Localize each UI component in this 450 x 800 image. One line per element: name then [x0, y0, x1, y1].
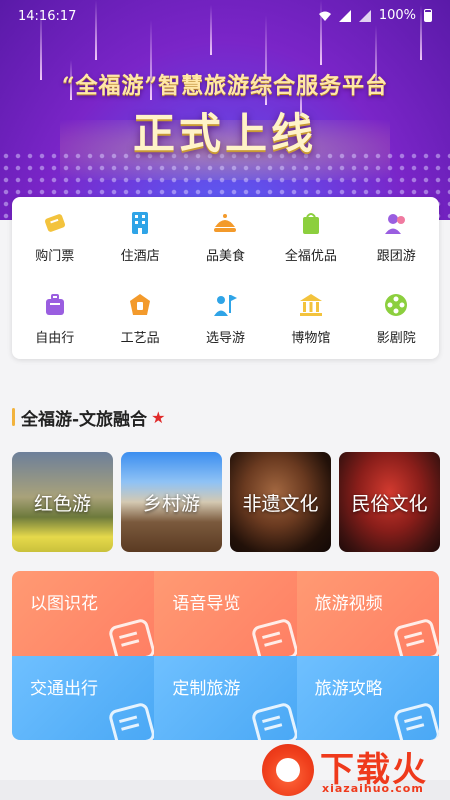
guidebook-icon	[392, 701, 439, 740]
category-item[interactable]: 选导游	[183, 279, 268, 359]
suitcase-icon	[250, 701, 297, 740]
service-label: 定制旅游	[172, 679, 241, 699]
category-label: 选导游	[205, 331, 245, 346]
shopping-bag-icon	[297, 209, 325, 237]
food-icon	[211, 209, 239, 237]
tile-rural-tourism[interactable]: 乡村游	[121, 452, 222, 552]
category-label: 影剧院	[376, 331, 416, 346]
section-title: 全福游-文旅融合	[21, 409, 148, 430]
guide-flag-icon	[211, 291, 239, 319]
signal-icon-2	[358, 9, 371, 22]
service-label: 交通出行	[30, 679, 98, 699]
status-bar: 14:16:17 100%	[0, 0, 450, 34]
camera-icon	[107, 617, 155, 656]
category-item[interactable]: 自由行	[12, 279, 97, 359]
video-icon	[392, 617, 439, 656]
category-item[interactable]: 全福优品	[268, 197, 353, 279]
category-item[interactable]: 工艺品	[97, 279, 182, 359]
section-header: 全福游-文旅融合 ★	[12, 404, 165, 430]
service-item[interactable]: 定制旅游	[154, 656, 297, 740]
museum-icon	[297, 291, 325, 319]
category-label: 自由行	[35, 331, 75, 346]
banner-title: “全福游”智慧旅游综合服务平台	[61, 73, 389, 99]
red-star-icon: ★	[151, 407, 166, 427]
service-label: 语音导览	[172, 594, 241, 614]
category-item[interactable]: 住酒店	[97, 197, 182, 279]
service-grid: 以图识花 语音导览 旅游视频交通出行 定制旅游 旅游攻略	[12, 571, 439, 740]
status-time: 14:16:17	[18, 9, 77, 24]
ticket-icon	[41, 209, 69, 237]
group-tour-icon	[382, 209, 410, 237]
tile-red-tourism[interactable]: 红色游	[12, 452, 113, 552]
service-label: 旅游攻略	[314, 679, 383, 699]
service-item[interactable]: 旅游视频	[296, 571, 439, 656]
signal-icon	[338, 9, 351, 22]
service-item[interactable]: 交通出行	[12, 656, 155, 740]
category-label: 品美食	[205, 249, 245, 264]
category-card: 购门票 住酒店 品美食 全福优品 跟团游自由行 工艺品 选导游 博物馆 影剧院	[12, 197, 439, 359]
battery-icon	[424, 9, 432, 22]
craft-icon	[126, 291, 154, 319]
watermark: 下载火 xiazaihuo.com	[262, 740, 444, 798]
category-label: 跟团游	[376, 249, 416, 264]
category-label: 住酒店	[120, 249, 160, 264]
battery-percent: 100%	[378, 8, 416, 23]
tile-folk-culture[interactable]: 民俗文化	[339, 452, 440, 552]
section-accent-bar	[12, 408, 15, 426]
service-item[interactable]: 语音导览	[154, 571, 297, 656]
theme-tiles: 红色游 乡村游 非遗文化 民俗文化	[12, 452, 440, 552]
tile-label: 非遗文化	[242, 492, 319, 515]
service-label: 旅游视频	[314, 594, 383, 614]
category-label: 购门票	[35, 249, 75, 264]
service-item[interactable]: 以图识花	[12, 571, 155, 656]
tile-label: 乡村游	[142, 492, 200, 515]
category-item[interactable]: 博物馆	[268, 279, 353, 359]
tile-label: 红色游	[33, 492, 91, 515]
tile-intangible-heritage[interactable]: 非遗文化	[230, 452, 331, 552]
category-item[interactable]: 跟团游	[354, 197, 439, 279]
top-banner[interactable]: 14:16:17 100% “全福游”智慧旅游综合服务平台 正式上线	[0, 0, 450, 220]
category-grid: 购门票 住酒店 品美食 全福优品 跟团游自由行 工艺品 选导游 博物馆 影剧院	[12, 197, 439, 359]
microphone-icon	[250, 617, 297, 656]
tile-label: 民俗文化	[351, 492, 428, 515]
category-label: 博物馆	[291, 331, 331, 346]
service-label: 以图识花	[30, 594, 98, 614]
category-item[interactable]: 品美食	[183, 197, 268, 279]
category-item[interactable]: 购门票	[12, 197, 97, 279]
film-reel-icon	[382, 291, 410, 319]
watermark-url: xiazaihuo.com	[322, 782, 424, 795]
category-label: 工艺品	[120, 331, 160, 346]
category-label: 全福优品	[284, 249, 337, 264]
car-icon	[107, 701, 155, 740]
watermark-logo-icon	[262, 744, 314, 796]
wifi-icon	[318, 11, 331, 21]
service-item[interactable]: 旅游攻略	[296, 656, 439, 740]
banner-headline: 正式上线	[132, 109, 317, 158]
luggage-icon	[41, 291, 69, 319]
category-item[interactable]: 影剧院	[354, 279, 439, 359]
hotel-icon	[126, 209, 154, 237]
